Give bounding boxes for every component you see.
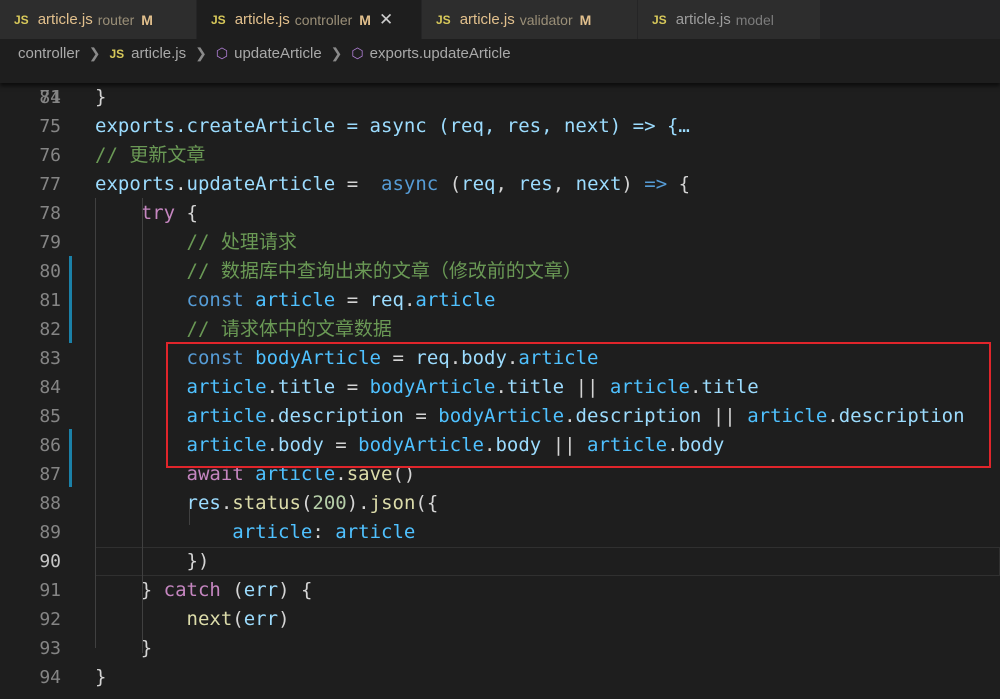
indent-guide xyxy=(189,502,190,525)
javascript-file-icon: JS xyxy=(436,12,451,27)
line-number: 92 xyxy=(39,609,61,630)
line-number: 82 xyxy=(39,319,61,340)
code-line[interactable]: 94} xyxy=(0,663,1000,692)
line-number: 87 xyxy=(39,464,61,485)
indent-guide xyxy=(142,198,143,586)
code-text: } catch (err) { xyxy=(140,579,313,601)
tab-filename: article.js xyxy=(675,11,731,28)
line-number: 80 xyxy=(39,261,61,282)
tab-folder: router xyxy=(97,11,135,28)
javascript-file-icon: JS xyxy=(109,46,125,61)
chevron-right-icon: ❯ xyxy=(330,45,343,61)
javascript-file-icon: JS xyxy=(652,12,667,27)
code-line[interactable]: 79 // 处理请求 xyxy=(0,228,1000,257)
modified-indicator: M xyxy=(359,11,371,28)
line-number: 85 xyxy=(39,406,61,427)
breadcrumb-folder[interactable]: controller xyxy=(18,45,80,62)
line-number: 89 xyxy=(39,522,61,543)
git-modified-gutter xyxy=(69,256,72,343)
line-number: 81 xyxy=(39,87,61,108)
modified-indicator: M xyxy=(141,11,153,28)
code-text: } xyxy=(95,86,107,108)
code-text: // 处理请求 xyxy=(186,231,297,253)
code-text: } xyxy=(140,637,153,659)
code-text: } xyxy=(95,666,107,688)
line-number: 78 xyxy=(39,203,61,224)
code-editor[interactable]: 81 exports.createArticle = async (req, r… xyxy=(0,68,1000,699)
chevron-right-icon: ❯ xyxy=(88,45,101,61)
code-line[interactable]: 89 article: article xyxy=(0,518,1000,547)
breadcrumb-symbol-update-article[interactable]: updateArticle xyxy=(234,45,322,62)
line-number: 77 xyxy=(39,174,61,195)
code-text: next(err) xyxy=(186,608,290,630)
line-number: 88 xyxy=(39,493,61,514)
line-number: 83 xyxy=(39,348,61,369)
code-line[interactable]: 81 const article = req.article xyxy=(0,286,1000,315)
tab-filename: article.js xyxy=(37,11,93,28)
code-text: try { xyxy=(140,202,198,224)
code-line[interactable]: 80 // 数据库中查询出来的文章（修改前的文章） xyxy=(0,257,1000,286)
tab-router-article[interactable]: JS article.js router M xyxy=(0,0,197,39)
code-line[interactable]: 88 res.status(200).json({ xyxy=(0,489,1000,518)
modified-indicator: M xyxy=(579,11,592,28)
line-number: 91 xyxy=(39,580,61,601)
code-text: exports.createArticle = async (req, res,… xyxy=(95,115,690,137)
code-text: // 请求体中的文章数据 xyxy=(186,318,392,340)
tab-controller-article[interactable]: JS article.js controller M ✕ xyxy=(197,0,422,39)
highlight-annotation-box xyxy=(166,342,991,468)
code-text: // 数据库中查询出来的文章（修改前的文章） xyxy=(186,260,582,282)
tab-folder: validator xyxy=(519,11,573,28)
code-line[interactable]: 76// 更新文章 xyxy=(0,141,1000,170)
code-line[interactable]: 93 } xyxy=(0,634,1000,663)
chevron-right-icon: ❯ xyxy=(195,45,207,61)
code-line[interactable]: 91 } catch (err) { xyxy=(0,576,1000,605)
git-modified-gutter xyxy=(69,429,72,487)
code-text: }) xyxy=(186,550,210,572)
code-text: exports.updateArticle = async (req, res,… xyxy=(95,173,691,195)
code-text: const article = req.article xyxy=(186,289,496,311)
line-number: 81 xyxy=(39,290,61,311)
line-number: 86 xyxy=(39,435,61,456)
line-number: 94 xyxy=(39,667,61,688)
code-text: // 更新文章 xyxy=(95,144,206,166)
indent-guide xyxy=(142,573,143,653)
code-text: res.status(200).json({ xyxy=(186,492,439,514)
indent-guide xyxy=(95,198,96,648)
javascript-file-icon: JS xyxy=(211,12,226,27)
code-line[interactable]: 77 exports.updateArticle = async (req, re… xyxy=(0,170,1000,199)
tab-filename: article.js xyxy=(459,11,515,28)
code-text: article: article xyxy=(232,521,416,543)
code-line[interactable]: 78 try { xyxy=(0,199,1000,228)
cube-icon: ⬡ xyxy=(215,45,229,61)
tab-bar: JS article.js router M JS article.js con… xyxy=(0,0,1000,39)
line-number: 79 xyxy=(39,232,61,253)
line-number: 90 xyxy=(39,551,61,572)
tab-filename: article.js xyxy=(234,11,290,28)
close-icon[interactable]: ✕ xyxy=(379,10,393,30)
tab-folder: controller xyxy=(294,11,353,28)
breadcrumb-file[interactable]: article.js xyxy=(131,45,186,62)
tab-validator-article[interactable]: JS article.js validator M xyxy=(422,0,638,39)
cube-icon: ⬡ xyxy=(351,45,364,61)
line-number: 95 xyxy=(0,692,61,699)
code-line[interactable]: 90 }) xyxy=(0,547,1000,576)
code-line[interactable]: 92 next(err) xyxy=(0,605,1000,634)
line-number: 93 xyxy=(39,638,61,659)
code-line[interactable]: 82 // 请求体中的文章数据 xyxy=(0,315,1000,344)
breadcrumb-symbol-exports-update-article[interactable]: exports.updateArticle xyxy=(370,45,511,62)
code-line[interactable]: 74} xyxy=(0,83,1000,112)
code-line[interactable]: 95 xyxy=(0,692,1000,699)
line-number: 84 xyxy=(39,377,61,398)
tab-folder: model xyxy=(735,11,774,28)
javascript-file-icon: JS xyxy=(14,12,29,27)
sticky-scroll-line[interactable]: 81 exports.createArticle = async (req, r… xyxy=(0,68,1000,137)
breadcrumb: controller ❯ JS article.js ❯ ⬡ updateArt… xyxy=(0,39,1000,68)
tab-model-article[interactable]: JS article.js model xyxy=(638,0,821,39)
